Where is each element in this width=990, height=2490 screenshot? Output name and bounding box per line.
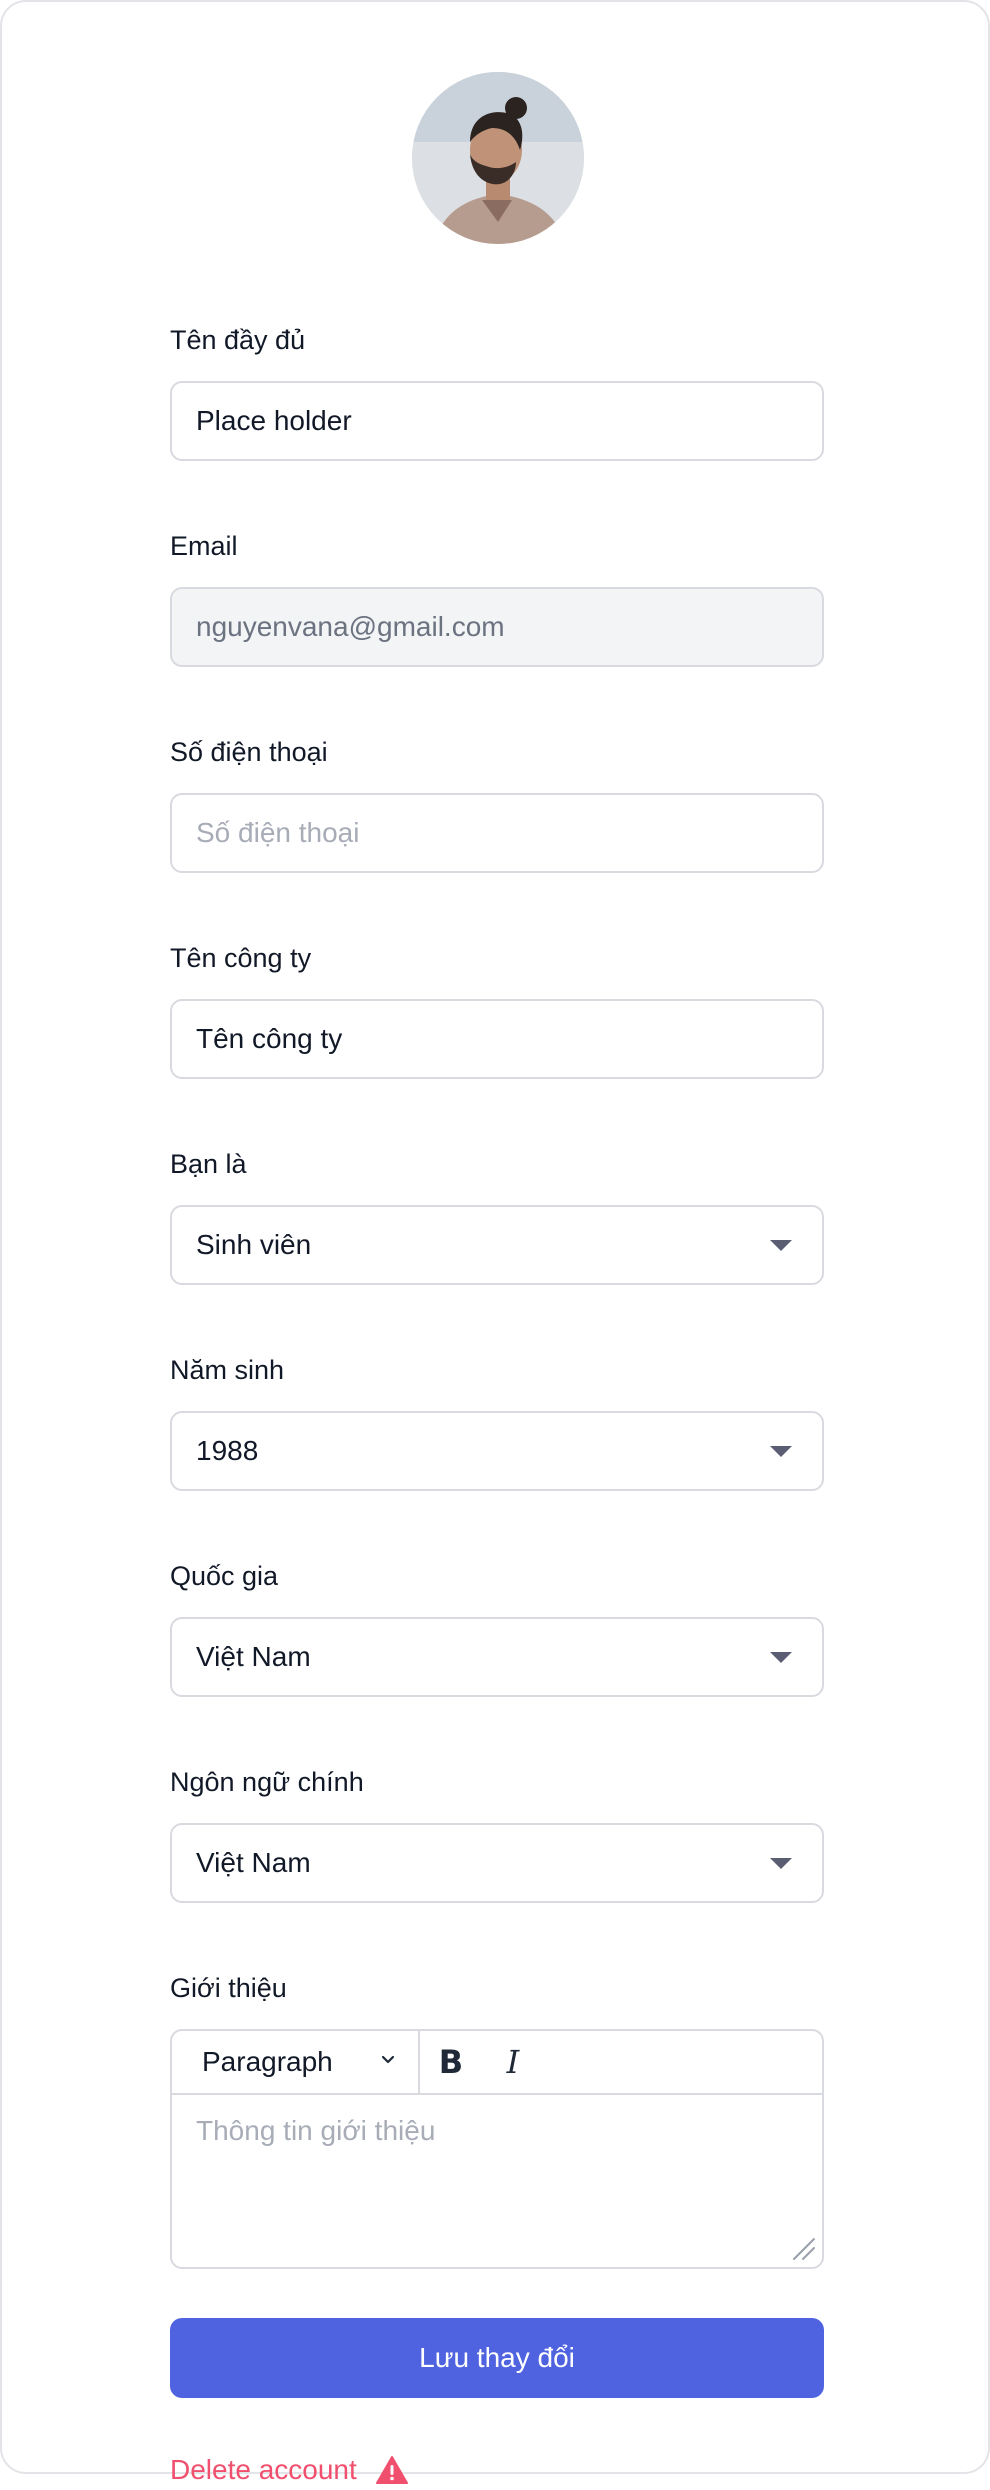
- resize-handle-icon[interactable]: [790, 2235, 816, 2261]
- delete-account-link[interactable]: Delete account: [170, 2450, 824, 2490]
- bio-editor: Paragraph B I Thông tin giới thiệu: [170, 2029, 824, 2269]
- birth-year-select-value: 1988: [196, 1435, 259, 1466]
- avatar[interactable]: [412, 72, 584, 244]
- country-select-value: Việt Nam: [196, 1641, 311, 1672]
- editor-toolbar: Paragraph B I: [172, 2031, 822, 2095]
- language-field: Ngôn ngữ chính Việt Nam: [170, 1764, 824, 1903]
- delete-account-label: Delete account: [170, 2454, 357, 2485]
- full-name-label: Tên đầy đủ: [170, 325, 306, 355]
- language-label: Ngôn ngữ chính: [170, 1767, 364, 1797]
- caret-down-icon: [770, 1240, 792, 1251]
- bio-field: Giới thiệu Paragraph B I Thông tin giới …: [170, 1970, 824, 2269]
- company-input[interactable]: Tên công ty: [170, 999, 824, 1079]
- avatar-photo: [412, 72, 584, 244]
- paragraph-format-value: Paragraph: [202, 2046, 333, 2077]
- bio-label: Giới thiệu: [170, 1973, 287, 2003]
- language-select[interactable]: Việt Nam: [170, 1823, 824, 1903]
- caret-down-icon: [770, 1652, 792, 1663]
- phone-label: Số điện thoại: [170, 737, 328, 767]
- paragraph-format-select[interactable]: Paragraph: [172, 2031, 420, 2093]
- italic-button[interactable]: I: [482, 2031, 544, 2093]
- profile-form: Tên đầy đủ Place holder Email nguyenvana…: [170, 322, 824, 2490]
- email-label: Email: [170, 531, 238, 561]
- phone-input[interactable]: Số điện thoại: [170, 793, 824, 873]
- bold-button[interactable]: B: [420, 2031, 482, 2093]
- role-select[interactable]: Sinh viên: [170, 1205, 824, 1285]
- caret-down-icon: [770, 1446, 792, 1457]
- bio-textarea[interactable]: Thông tin giới thiệu: [172, 2095, 822, 2167]
- birth-year-label: Năm sinh: [170, 1355, 285, 1385]
- email-field: Email nguyenvana@gmail.com: [170, 528, 824, 667]
- country-select[interactable]: Việt Nam: [170, 1617, 824, 1697]
- full-name-input[interactable]: Place holder: [170, 381, 824, 461]
- country-field: Quốc gia Việt Nam: [170, 1558, 824, 1697]
- role-field: Bạn là Sinh viên: [170, 1146, 824, 1285]
- role-label: Bạn là: [170, 1149, 247, 1179]
- role-select-value: Sinh viên: [196, 1229, 312, 1260]
- country-label: Quốc gia: [170, 1561, 279, 1591]
- save-changes-button[interactable]: Lưu thay đổi: [170, 2318, 824, 2398]
- language-select-value: Việt Nam: [196, 1847, 311, 1878]
- caret-down-icon: [770, 1858, 792, 1869]
- profile-card: Tên đầy đủ Place holder Email nguyenvana…: [0, 0, 990, 2485]
- birth-year-select[interactable]: 1988: [170, 1411, 824, 1491]
- company-label: Tên công ty: [170, 943, 312, 973]
- birth-year-field: Năm sinh 1988: [170, 1352, 824, 1491]
- email-input: nguyenvana@gmail.com: [170, 587, 824, 667]
- phone-field: Số điện thoại Số điện thoại: [170, 734, 824, 873]
- company-field: Tên công ty Tên công ty: [170, 940, 824, 1079]
- warning-icon: [375, 2456, 408, 2484]
- full-name-field: Tên đầy đủ Place holder: [170, 322, 824, 461]
- chevron-down-icon: [381, 2055, 395, 2064]
